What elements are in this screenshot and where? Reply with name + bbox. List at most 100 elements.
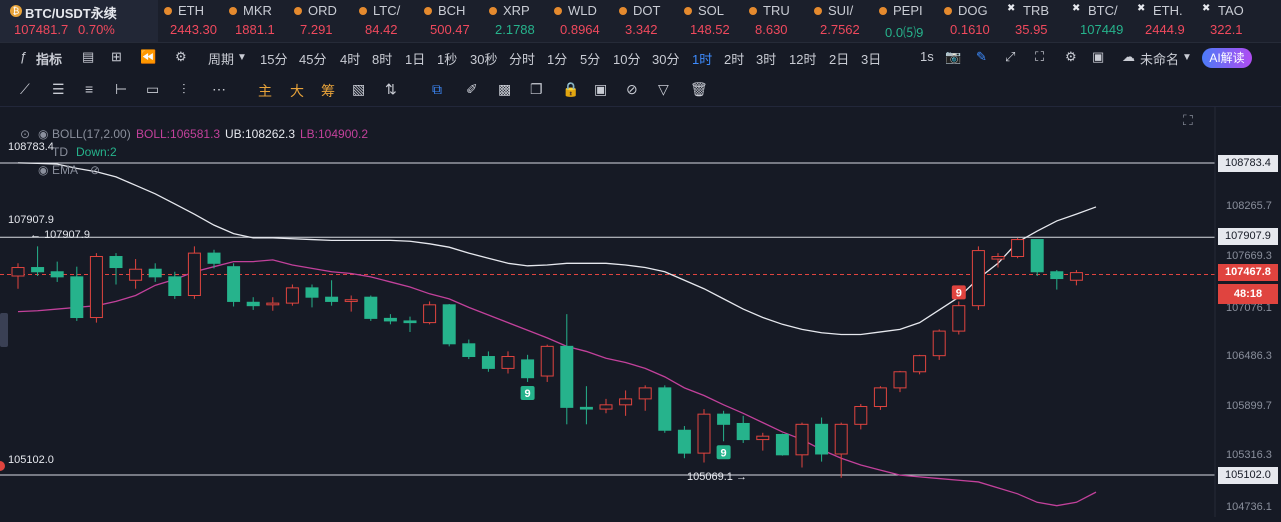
ticker-item[interactable]: ✖ BTC/107449 (1070, 0, 1132, 42)
chart-area[interactable]: 9 9 9 ⊙ ◉ BOLL(17,2.00) BOLL:106581.3 UB:1… (0, 107, 1281, 517)
price-axis-label: 108265.7 (1226, 200, 1272, 212)
ticker-item[interactable]: ✖ TAO 322.1 (1200, 0, 1262, 42)
vertical-line-icon[interactable]: ⫶ (182, 81, 186, 98)
main-ticker[interactable]: ₿ BTC/USDT永续 107481.7 0.70% (0, 0, 158, 42)
interval-5[interactable]: 1秒 (437, 49, 457, 68)
candle-body (521, 359, 535, 379)
horizontal-line-icon[interactable]: ⊢ (115, 81, 127, 98)
layout-icon[interactable]: ▤ (82, 49, 94, 65)
interval-2[interactable]: 4时 (340, 49, 360, 68)
interval-14[interactable]: 3时 (756, 49, 776, 68)
ticker-item[interactable]: LTC/84.42 (355, 0, 417, 42)
ticker-item[interactable]: WLD 0.8964 (550, 0, 612, 42)
candle-body (462, 343, 476, 358)
chevron-down-icon[interactable]: ▼ (237, 52, 247, 63)
seconds-toggle[interactable]: 1s (920, 49, 934, 64)
interval-1[interactable]: 45分 (299, 49, 326, 68)
chevron-down-icon[interactable]: ▼ (1182, 52, 1192, 63)
brush-icon[interactable]: ✐ (466, 81, 478, 98)
hide-eye-icon[interactable]: ⊘ (90, 163, 100, 177)
ticker-item[interactable]: ✖ ETH. 2444.9 (1135, 0, 1197, 42)
countdown-box: 48:18 (1218, 284, 1278, 304)
lock-icon[interactable]: 🔒 (562, 81, 579, 98)
ticker-item[interactable]: SUI/2.7562 (810, 0, 872, 42)
parallel-channel-icon[interactable]: ≡ (85, 81, 93, 97)
trash-icon[interactable]: 🗑 (690, 81, 708, 98)
price-axis-label: 105316.3 (1226, 449, 1272, 461)
interval-8[interactable]: 1分 (547, 49, 567, 68)
chip-button[interactable]: 筹 (321, 81, 335, 101)
measure-icon[interactable]: ▩ (498, 81, 511, 98)
camera-icon[interactable]: 📷 (945, 49, 961, 65)
indicators-icon[interactable]: ƒ (20, 49, 27, 64)
order-icon[interactable]: ▧ (352, 81, 365, 98)
ticker-item[interactable]: ORD 7.291 (290, 0, 352, 42)
collapse-icon[interactable]: ⊙ (20, 127, 30, 141)
ticker-price: 7.291 (300, 22, 333, 37)
interval-0[interactable]: 15分 (260, 49, 287, 68)
period-dropdown[interactable]: 周期 (208, 49, 234, 68)
close-x-icon: ✖ (1202, 3, 1211, 14)
ticker-name: ETH (178, 3, 204, 18)
link-icon[interactable]: ⊘ (626, 81, 638, 98)
trend-line-icon[interactable]: ⟋ (20, 81, 30, 98)
indicators-button[interactable]: 指标 (36, 49, 62, 68)
maximize-icon[interactable]: ⛶ (1183, 112, 1193, 129)
interval-13[interactable]: 2时 (724, 49, 744, 68)
cloud-icon[interactable]: ☁ (1122, 49, 1135, 65)
candle-body (442, 304, 456, 345)
candlestick-chart[interactable]: 9 9 9 (0, 107, 1281, 517)
expand-icon[interactable]: ⛶ (1035, 49, 1044, 65)
large-order-button[interactable]: 大 (290, 81, 304, 101)
candle-body (952, 305, 966, 332)
fib-icon[interactable]: ☰ (52, 81, 65, 98)
interval-17[interactable]: 3日 (861, 49, 881, 68)
ticker-item[interactable]: SOL 148.52 (680, 0, 742, 42)
eye-icon[interactable]: ◉ (38, 127, 48, 141)
interval-12[interactable]: 1时 (692, 49, 712, 68)
replay-icon[interactable]: ⏪ (140, 49, 156, 65)
grid-icon[interactable]: ⊞ (111, 49, 122, 65)
interval-15[interactable]: 12时 (789, 49, 816, 68)
layout-name-dropdown[interactable]: 未命名 (1140, 49, 1179, 68)
ticker-item[interactable]: ✖ TRB 35.95 (1005, 0, 1067, 42)
interval-3[interactable]: 8时 (372, 49, 392, 68)
gear-icon[interactable]: ⚙ (1065, 49, 1077, 65)
settings-icon[interactable]: ⚙ (175, 49, 187, 65)
hide-icon[interactable]: ▣ (594, 81, 607, 98)
candle-body (677, 429, 691, 454)
more-icon[interactable]: ⋯ (212, 81, 226, 98)
candle-body (619, 398, 633, 406)
interval-4[interactable]: 1日 (405, 49, 425, 68)
ticker-item[interactable]: TRU 8.630 (745, 0, 807, 42)
ticker-item[interactable]: BCH 500.47 (420, 0, 482, 42)
pencil-icon[interactable]: ✎ (976, 49, 987, 65)
coin-icon (424, 7, 432, 15)
ticker-item[interactable]: DOT 3.342 (615, 0, 677, 42)
ticker-item[interactable]: MKR 1881.1 (225, 0, 287, 42)
interval-16[interactable]: 2日 (829, 49, 849, 68)
interval-6[interactable]: 30秒 (470, 49, 497, 68)
flip-icon[interactable]: ⇅ (385, 81, 397, 98)
interval-9[interactable]: 5分 (580, 49, 600, 68)
ticker-item[interactable]: DOG 0.1610 (940, 0, 1002, 42)
interval-7[interactable]: 分时 (509, 49, 535, 68)
save-icon[interactable]: ▣ (1092, 49, 1104, 65)
ticker-item[interactable]: XRP 2.1788 (485, 0, 547, 42)
ai-analysis-button[interactable]: AI解读 (1202, 48, 1252, 68)
copy-icon[interactable]: ❐ (530, 81, 543, 98)
ema-eye-icon[interactable]: ◉ (38, 163, 48, 177)
main-force-button[interactable]: 主 (258, 81, 272, 101)
ticker-item[interactable]: ETH 2443.30 (160, 0, 222, 42)
interval-11[interactable]: 30分 (652, 49, 679, 68)
filter-icon[interactable]: ▽ (658, 81, 669, 98)
fullscreen-icon[interactable]: ⤢ (1005, 49, 1015, 65)
candle-body (325, 296, 339, 302)
magnet-icon[interactable]: ⧉ (432, 81, 442, 98)
ticker-item[interactable]: PEPI 0.0⑸9 (875, 0, 937, 42)
interval-10[interactable]: 10分 (613, 49, 640, 68)
ticker-price: 107449 (1080, 22, 1124, 37)
rectangle-icon[interactable]: ▭ (146, 81, 159, 98)
scroll-handle (0, 313, 8, 347)
coin-icon (814, 7, 822, 15)
